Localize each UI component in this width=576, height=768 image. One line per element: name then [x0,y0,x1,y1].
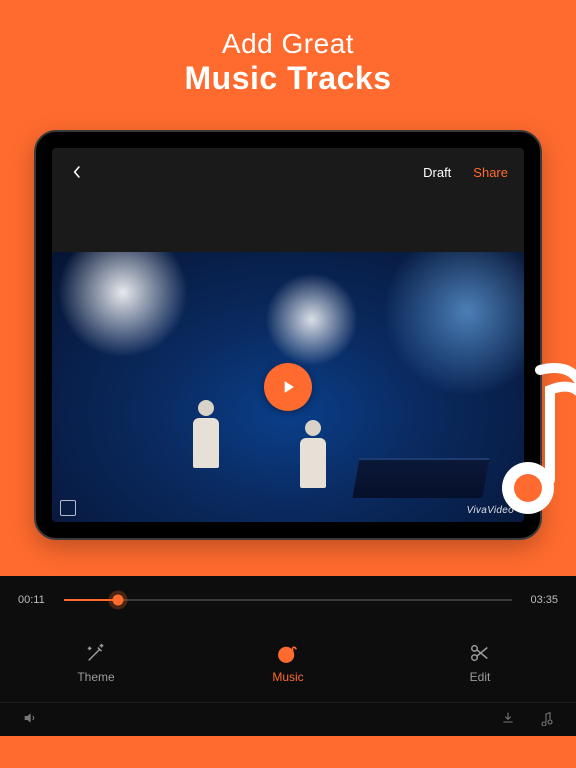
keyboard-prop [353,458,490,498]
music-mini-button[interactable] [538,710,554,729]
figure-guitarist [184,400,228,510]
tool-edit-label: Edit [470,670,491,684]
watermark: VivaVideo [467,505,514,516]
seek-progress [64,599,118,601]
app-screen: Draft Share VivaVideo [52,148,524,522]
music-note-icon [538,710,554,726]
topbar: Draft Share [52,148,524,196]
promo-title: Add Great Music Tracks [0,0,576,119]
download-icon [500,710,516,726]
tool-theme-label: Theme [77,670,114,684]
tool-music-label: Music [272,670,303,684]
footer-row [0,702,576,736]
draft-button[interactable]: Draft [423,165,451,180]
speaker-icon [22,710,38,726]
panel-wrapper: 00:11 03:35 Theme Music [0,576,576,768]
time-total: 03:35 [524,594,558,606]
time-current: 00:11 [18,594,52,606]
back-button[interactable] [68,163,86,181]
seek-handle[interactable] [112,595,123,606]
play-button[interactable] [264,363,312,411]
fullscreen-icon[interactable] [60,500,76,516]
scissors-icon [469,642,491,664]
top-actions: Draft Share [423,165,508,180]
figure-person [288,420,338,510]
promo-line1: Add Great [0,28,576,60]
tool-row: Theme Music Edit [0,624,576,702]
wand-icon [85,642,107,664]
tablet-frame: Draft Share VivaVideo [34,130,542,540]
volume-button[interactable] [22,710,38,729]
promo-line2: Music Tracks [0,60,576,97]
tool-music[interactable]: Music [192,624,384,702]
play-icon [278,377,298,397]
bottom-panel: 00:11 03:35 Theme Music [0,576,576,736]
tool-edit[interactable]: Edit [384,624,576,702]
chevron-left-icon [72,165,82,179]
tool-theme[interactable]: Theme [0,624,192,702]
timeline: 00:11 03:35 [0,576,576,624]
download-button[interactable] [500,710,516,729]
video-preview[interactable]: VivaVideo [52,252,524,522]
seek-track[interactable] [64,599,512,601]
share-button[interactable]: Share [473,165,508,180]
music-disc-icon [277,642,299,664]
